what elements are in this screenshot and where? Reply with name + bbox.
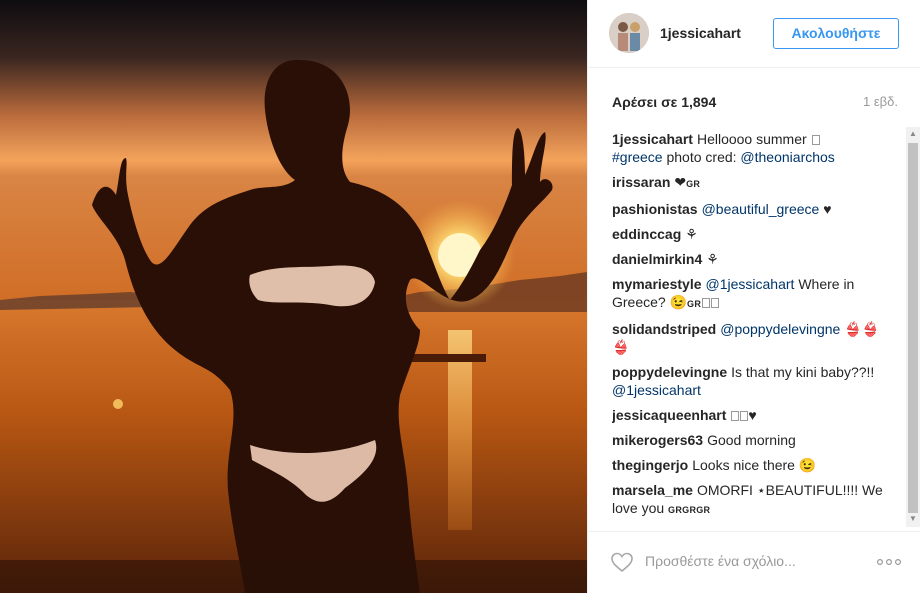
comment-text: photo cred:: [662, 149, 741, 165]
comment-text: ♥: [819, 201, 832, 217]
scroll-down-arrow-icon[interactable]: ▼: [908, 514, 918, 524]
comment-username[interactable]: 1jessicahart: [612, 131, 693, 147]
comment-mention-link[interactable]: @1jessicahart: [706, 276, 795, 292]
comment-username[interactable]: eddinccag: [612, 226, 681, 242]
comment-mention-link[interactable]: @poppydelevingne: [720, 321, 840, 337]
comment-username[interactable]: marsela_me: [612, 482, 693, 498]
missing-glyph-icon: [731, 411, 740, 421]
comment-username[interactable]: solidandstriped: [612, 321, 716, 337]
comment-mention-link[interactable]: @beautiful_greece: [702, 201, 820, 217]
comment-text: ♥: [748, 407, 757, 423]
comment-username[interactable]: mikerogers63: [612, 432, 703, 448]
post-timestamp[interactable]: 1 εβδ.: [863, 94, 898, 109]
comment-username[interactable]: irissaran: [612, 174, 670, 190]
more-options-icon[interactable]: [876, 552, 902, 572]
post-photo[interactable]: [0, 0, 587, 593]
missing-glyph-icon: [811, 135, 820, 145]
post-sidebar: 1jessicahart Ακολουθήστε Αρέσει σε 1,894…: [587, 0, 920, 593]
comment-text: ⚘: [706, 251, 719, 267]
flag-text: GR: [687, 299, 702, 309]
comment-item: 1jessicahart@poppydelevingne YES: [612, 526, 887, 527]
comment-item: eddinccag ⚘: [612, 225, 887, 243]
comment-mention-link[interactable]: #greece: [612, 149, 663, 165]
comment-text: Is that my kini baby??!!: [731, 364, 875, 380]
comment-item: mymariestyle @1jessicahart Where in Greec…: [612, 275, 887, 313]
comment-item: irissaran ❤GR: [612, 173, 887, 193]
likes-count[interactable]: Αρέσει σε 1,894: [612, 94, 716, 110]
scrollbar-thumb[interactable]: [908, 143, 918, 513]
comment-username[interactable]: poppydelevingne: [612, 364, 727, 380]
comment-username[interactable]: danielmirkin4: [612, 251, 702, 267]
follow-button[interactable]: Ακολουθήστε: [773, 18, 899, 49]
comment-username[interactable]: thegingerjo: [612, 457, 688, 473]
comment-username[interactable]: jessicaqueenhart: [612, 407, 726, 423]
avatar[interactable]: [609, 13, 649, 53]
sunset-silhouette-image: [0, 0, 587, 593]
likes-row: Αρέσει σε 1,894 1 εβδ.: [612, 94, 898, 114]
scroll-up-arrow-icon[interactable]: ▲: [908, 129, 918, 139]
flag-text: GRGRGR: [668, 505, 711, 515]
comment-text: Looks nice there 😉: [692, 457, 817, 473]
comment-input[interactable]: [645, 550, 865, 572]
comment-item: marsela_me OMORFI ⋆BEAUTIFUL!!!! We love …: [612, 481, 887, 519]
comment-bar: [588, 531, 920, 593]
comment-item: poppydelevingne Is that my kini baby??!! …: [612, 363, 887, 399]
comments-list: 1jessicahart Helloooo summer #greece phot…: [612, 130, 887, 527]
comment-item: thegingerjo Looks nice there 😉: [612, 456, 887, 474]
comment-item: solidandstriped @poppydelevingne 👙👙👙: [612, 320, 887, 356]
post-header: 1jessicahart Ακολουθήστε: [588, 0, 920, 68]
missing-glyph-icon: [711, 298, 720, 308]
comment-username[interactable]: mymariestyle: [612, 276, 702, 292]
post-username[interactable]: 1jessicahart: [660, 25, 741, 41]
heart-outline-icon[interactable]: [610, 551, 634, 573]
comment-text: Helloooo summer: [696, 131, 811, 147]
comment-item: jessicaqueenhart ♥: [612, 406, 887, 424]
comment-text: Good morning: [707, 432, 796, 448]
comment-text: ❤: [674, 174, 687, 190]
comment-mention-link[interactable]: @theoniarchos: [740, 149, 834, 165]
comment-item: danielmirkin4 ⚘: [612, 250, 887, 268]
comment-username[interactable]: pashionistas: [612, 201, 698, 217]
comment-item: pashionistas @beautiful_greece ♥: [612, 200, 887, 218]
comment-item: 1jessicahart Helloooo summer #greece phot…: [612, 130, 887, 166]
missing-glyph-icon: [702, 298, 711, 308]
comment-text: ⚘: [685, 226, 698, 242]
comment-mention-link[interactable]: @1jessicahart: [612, 382, 701, 398]
comment-item: mikerogers63 Good morning: [612, 431, 887, 449]
flag-text: GR: [686, 179, 701, 189]
